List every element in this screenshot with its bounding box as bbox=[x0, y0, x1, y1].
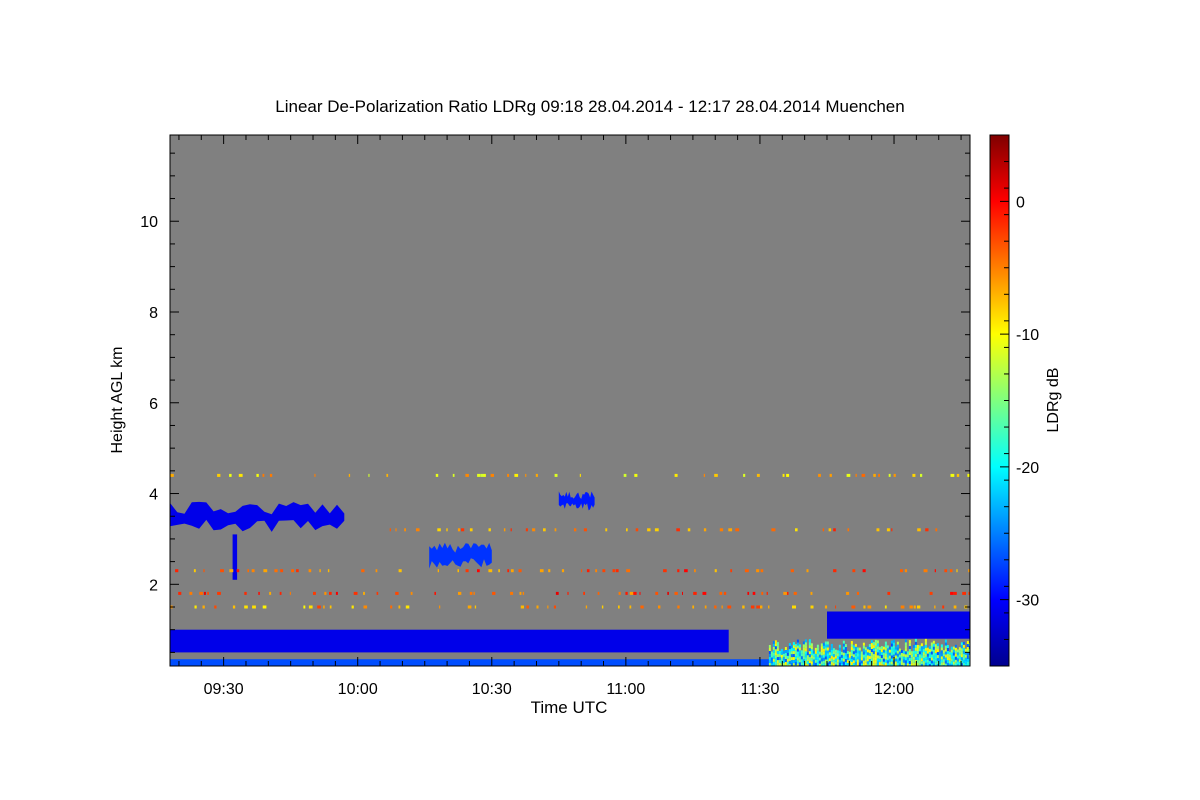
colorbar-tick-label: 0 bbox=[1016, 194, 1025, 211]
colorbar-tick-label: -10 bbox=[1016, 327, 1039, 344]
feature-upper-layer-right bbox=[827, 611, 970, 639]
x-tick-label: 11:30 bbox=[741, 681, 780, 698]
feature-virga-streak bbox=[232, 534, 238, 580]
feature-boundary-layer bbox=[170, 629, 729, 653]
y-tick-label: 10 bbox=[140, 214, 158, 231]
x-tick-label: 12:00 bbox=[874, 681, 914, 698]
y-tick-label: 6 bbox=[149, 396, 158, 413]
colorbar-tick-label: -30 bbox=[1016, 593, 1039, 610]
ldr-time-height-chart: 09:30 10:00 10:30 11:00 11:30 12:00 2 4 6 8 10 0 -1… bbox=[140, 134, 1039, 698]
colorbar-tick-label: -20 bbox=[1016, 460, 1039, 477]
x-tick-label: 09:30 bbox=[204, 681, 244, 698]
plot-area bbox=[170, 135, 970, 666]
y-tick-label: 4 bbox=[149, 487, 158, 504]
x-tick-label: 10:30 bbox=[472, 681, 512, 698]
x-tick-label: 11:00 bbox=[606, 681, 645, 698]
y-tick-label: 8 bbox=[149, 305, 158, 322]
x-tick-label: 10:00 bbox=[338, 681, 378, 698]
y-tick-label: 2 bbox=[149, 577, 158, 594]
